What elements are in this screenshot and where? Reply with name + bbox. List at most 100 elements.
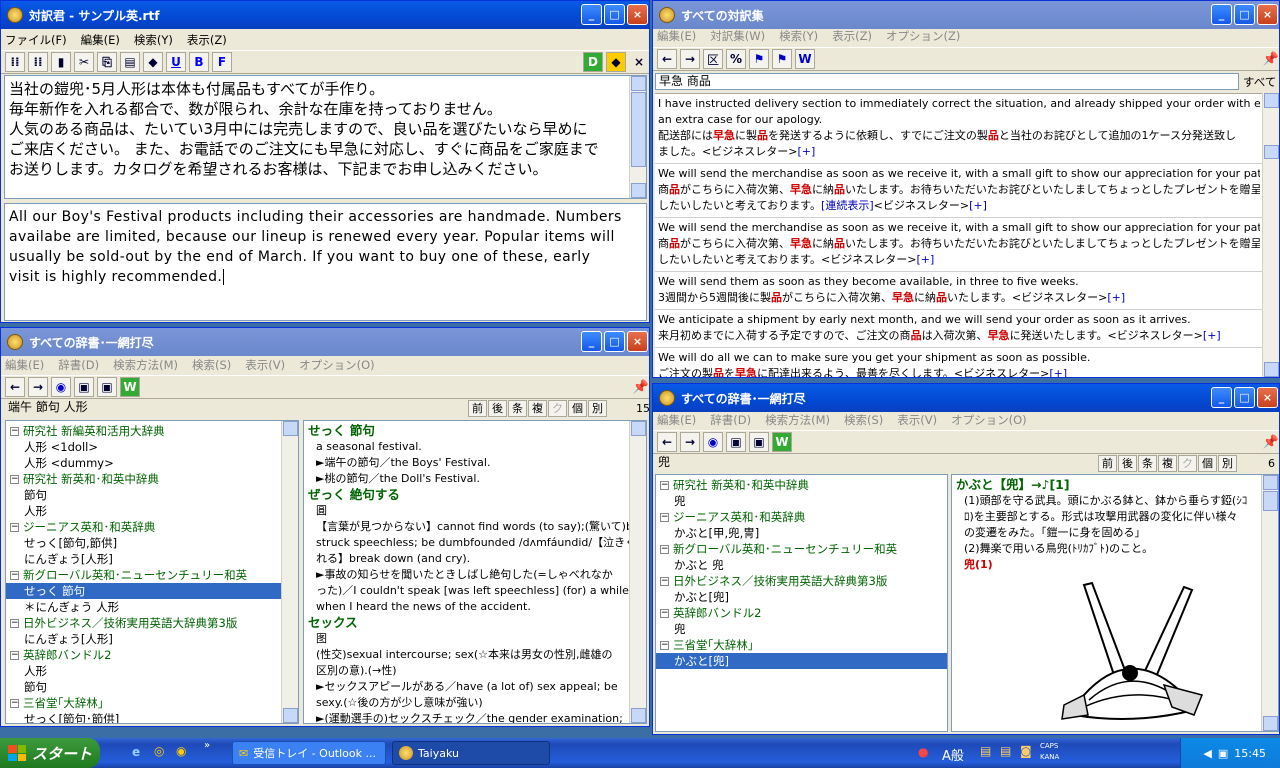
tree-item[interactable]: 人形 xyxy=(6,503,298,519)
kubun-button[interactable]: 区 xyxy=(703,49,723,69)
menu-search[interactable]: 検索(S) xyxy=(844,412,883,428)
close-button[interactable]: × xyxy=(627,331,648,352)
book-icon[interactable]: ◆ xyxy=(143,52,163,72)
ime-tool-icon[interactable]: ▤ xyxy=(980,744,991,758)
tab-prev[interactable]: 前 xyxy=(1098,455,1117,472)
reference-link[interactable]: 兜(1) xyxy=(952,557,1278,573)
tree-item[interactable]: 人形 xyxy=(6,663,298,679)
tree-dict-header[interactable]: − 三省堂｢大辞林｣ xyxy=(6,695,298,711)
menu-dictionary[interactable]: 辞書(D) xyxy=(710,412,751,428)
tab-multiple[interactable]: 複 xyxy=(528,400,547,417)
back-icon[interactable]: ← xyxy=(657,49,677,69)
tree-item[interactable]: せっく[節句･節供] xyxy=(6,711,298,723)
menu-edit[interactable]: 編集(E) xyxy=(657,412,696,428)
tree-item[interactable]: にんぎょう[人形] xyxy=(6,551,298,567)
editor-titlebar[interactable]: 対訳君 - サンプル英.rtf xyxy=(1,1,649,29)
expand-link[interactable]: [+] xyxy=(1049,367,1067,377)
tree-item[interactable]: せっく[節句,節供] xyxy=(6,535,298,551)
layout2-icon[interactable]: ▣ xyxy=(97,377,117,397)
menu-edit[interactable]: 編集(E) xyxy=(657,28,696,44)
underline-button[interactable]: U xyxy=(166,52,186,72)
tree-dict-header[interactable]: − 新グローバル英和･ニューセンチュリー和英 xyxy=(6,567,298,583)
ime-tool2-icon[interactable]: ▤ xyxy=(1000,744,1011,758)
ie-icon[interactable]: e xyxy=(132,745,140,759)
tree-dict-header[interactable]: − 研究社 新編英和活用大辞典 xyxy=(6,423,298,439)
menu-search-method[interactable]: 検索方法(M) xyxy=(765,412,830,428)
tab-individual[interactable]: 個 xyxy=(1198,455,1217,472)
maximize-button[interactable]: □ xyxy=(1234,4,1255,25)
menu-option[interactable]: オプション(O) xyxy=(299,357,375,373)
menu-dictionary[interactable]: 辞書(D) xyxy=(58,357,99,373)
dict2-tree[interactable]: − 研究社 新英和･和英中辞典 兜 − ジーニアス英和･和英辞典 かぶと[甲,兜,冑… xyxy=(655,474,948,732)
percent-button[interactable]: % xyxy=(726,49,746,69)
tree-item[interactable]: 兜 xyxy=(656,493,947,509)
word-icon[interactable]: W xyxy=(795,49,815,69)
layout2-icon[interactable]: ▣ xyxy=(749,432,769,452)
quicklaunch-icon[interactable]: ◎ xyxy=(154,744,164,758)
menu-view[interactable]: 表示(V) xyxy=(897,412,937,428)
minimize-button[interactable]: _ xyxy=(1211,4,1232,25)
back-icon[interactable]: ← xyxy=(657,432,677,452)
tree-item[interactable]: 人形 <dummy> xyxy=(6,455,298,471)
flag-icon[interactable]: ⚑ xyxy=(749,49,769,69)
jp-scrollbar[interactable] xyxy=(629,76,646,198)
menu-option[interactable]: オプション(O) xyxy=(951,412,1027,428)
tree-dict-header[interactable]: − 日外ビジネス／技術実用英語大辞典第3版 xyxy=(656,573,947,589)
back-icon[interactable]: ← xyxy=(5,377,25,397)
tree-item[interactable]: ＊にんぎょう 人形 xyxy=(6,599,298,615)
close-button[interactable]: × xyxy=(627,4,648,25)
ime-mode[interactable]: A般 xyxy=(942,745,964,764)
dict2-search-input[interactable]: 兜 xyxy=(655,455,1095,472)
corpus-entry[interactable]: We will send them as soon as they become… xyxy=(655,272,1263,310)
maximize-button[interactable]: □ xyxy=(604,4,625,25)
menu-file[interactable]: ファイル(F) xyxy=(5,32,67,48)
tab-condition[interactable]: 条 xyxy=(508,400,527,417)
font-button[interactable]: F xyxy=(212,52,232,72)
pin-icon[interactable]: 📌 xyxy=(1263,52,1279,67)
ime-tool3-icon[interactable]: ◙ xyxy=(1020,744,1032,758)
tree-item[interactable]: かぶと 兜 xyxy=(656,557,947,573)
tree-dict-header[interactable]: − 英辞郎バンドル2 xyxy=(6,647,298,663)
align-icon[interactable]: ⁞⁞ xyxy=(5,52,25,72)
forward-icon[interactable]: → xyxy=(680,432,700,452)
flag-search-icon[interactable]: ⚑ xyxy=(772,49,792,69)
tree-item[interactable]: かぶと[兜] xyxy=(656,589,947,605)
dict-button[interactable]: D xyxy=(583,52,603,72)
corpus-entry[interactable]: I have instructed delivery section to im… xyxy=(655,94,1263,164)
expand-link[interactable]: [+] xyxy=(916,253,934,266)
align2-icon[interactable]: ⁞⁞ xyxy=(28,52,48,72)
start-button[interactable]: スタート xyxy=(0,738,100,768)
corpus-entry[interactable]: We will send the merchandise as soon as … xyxy=(655,218,1263,272)
tab-condition[interactable]: 条 xyxy=(1138,455,1157,472)
tab-prev[interactable]: 前 xyxy=(468,400,487,417)
menu-search[interactable]: 検索(Y) xyxy=(779,28,818,44)
menu-view[interactable]: 表示(V) xyxy=(245,357,285,373)
minimize-button[interactable]: _ xyxy=(1211,387,1232,408)
task-taiyaku[interactable]: Taiyaku xyxy=(392,741,550,765)
layout-icon[interactable]: ▣ xyxy=(726,432,746,452)
continuous-link[interactable]: [連続表示] xyxy=(821,199,874,212)
all-button[interactable]: すべて xyxy=(1243,74,1276,90)
copy-icon[interactable]: ⎘ xyxy=(97,52,117,72)
close-button[interactable]: × xyxy=(1257,4,1278,25)
forward-icon[interactable]: → xyxy=(680,49,700,69)
dict1-titlebar[interactable]: すべての辞書･一網打尽 xyxy=(1,328,649,356)
tree-dict-header[interactable]: − 新グローバル英和･ニューセンチュリー和英 xyxy=(656,541,947,557)
dict1-tree[interactable]: − 研究社 新編英和活用大辞典 人形 <1doll> 人形 <dummy> − 研究… xyxy=(5,420,299,724)
paste-icon[interactable]: ▤ xyxy=(120,52,140,72)
tab-separate[interactable]: 別 xyxy=(588,400,607,417)
pin-icon[interactable]: 📌 xyxy=(633,380,649,395)
maximize-button[interactable]: □ xyxy=(1234,387,1255,408)
task-outlook[interactable]: ✉ 受信トレイ - Outlook ... xyxy=(232,741,386,765)
layout-icon[interactable]: ▣ xyxy=(74,377,94,397)
minimize-button[interactable]: _ xyxy=(581,4,602,25)
network-icon[interactable]: ▣ xyxy=(1218,747,1228,760)
expand-link[interactable]: [+] xyxy=(1203,329,1221,342)
tab-next[interactable]: 後 xyxy=(488,400,507,417)
ime-icon[interactable]: ● xyxy=(918,745,928,759)
expand-link[interactable]: [+] xyxy=(797,145,815,158)
tab-ku[interactable]: ク xyxy=(548,400,567,417)
expand-link[interactable]: [+] xyxy=(969,199,987,212)
bold-button[interactable]: B xyxy=(189,52,209,72)
tab-multiple[interactable]: 複 xyxy=(1158,455,1177,472)
